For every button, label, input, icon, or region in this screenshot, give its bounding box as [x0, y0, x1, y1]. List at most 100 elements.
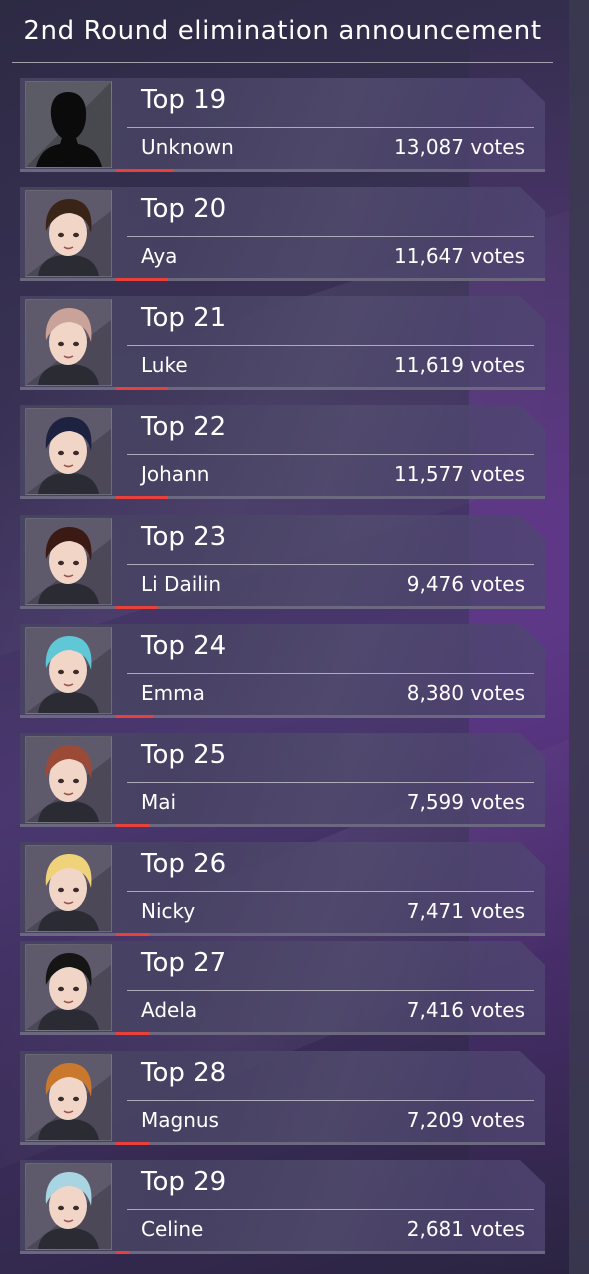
rank-label: Top 23 [141, 522, 227, 552]
divider [127, 1209, 534, 1210]
candidate-name: Nicky [141, 899, 196, 923]
avatar [25, 518, 112, 605]
vote-count: 7,209 votes [406, 1108, 525, 1132]
divider [127, 891, 534, 892]
vote-progress-bar [116, 1142, 149, 1145]
rank-label: Top 22 [141, 412, 227, 442]
card-bottom-line [20, 387, 545, 390]
candidate-card: Top 25 Mai 7,599 votes [20, 733, 545, 827]
adela-portrait [26, 945, 111, 1030]
vote-count: 11,619 votes [394, 353, 525, 377]
card-bottom-line [20, 1251, 545, 1254]
aya-portrait [26, 191, 111, 276]
candidate-card: Top 28 Magnus 7,209 votes [20, 1051, 545, 1145]
divider [127, 345, 534, 346]
vote-progress-bar [116, 1032, 150, 1035]
vote-count: 13,087 votes [394, 135, 525, 159]
vote-count: 7,599 votes [406, 790, 525, 814]
vote-progress-bar [116, 1251, 129, 1254]
celine-portrait [26, 1164, 111, 1249]
candidate-card: Top 24 Emma 8,380 votes [20, 624, 545, 718]
side-edge [569, 0, 589, 1274]
candidate-name: Adela [141, 998, 198, 1022]
divider [127, 454, 534, 455]
vote-progress-bar [116, 824, 150, 827]
avatar [25, 627, 112, 714]
divider [127, 127, 534, 128]
card-bottom-line [20, 1142, 545, 1145]
divider [127, 990, 534, 991]
card-bottom-line [20, 278, 545, 281]
card-bottom-line [20, 169, 545, 172]
vote-count: 8,380 votes [406, 681, 525, 705]
candidate-card: Top 19 Unknown 13,087 votes [20, 78, 545, 172]
johann-portrait [26, 409, 111, 494]
card-bottom-line [20, 715, 545, 718]
candidate-card: Top 26 Nicky 7,471 votes [20, 842, 545, 936]
candidate-name: Johann [141, 462, 210, 486]
card-bottom-line [20, 824, 545, 827]
vote-progress-bar [116, 387, 168, 390]
vote-progress-bar [116, 606, 158, 609]
candidate-card: Top 21 Luke 11,619 votes [20, 296, 545, 390]
vote-progress-bar [116, 496, 168, 499]
vote-progress-bar [116, 933, 150, 936]
rank-label: Top 20 [141, 194, 227, 224]
card-bottom-line [20, 1032, 545, 1035]
rank-label: Top 26 [141, 849, 227, 879]
emma-portrait [26, 628, 111, 713]
vote-count: 11,577 votes [394, 462, 525, 486]
candidate-name: Li Dailin [141, 572, 222, 596]
avatar [25, 299, 112, 386]
magnus-portrait [26, 1055, 111, 1140]
vote-count: 11,647 votes [394, 244, 525, 268]
candidate-name: Luke [141, 353, 188, 377]
mai-portrait [26, 737, 111, 822]
card-bottom-line [20, 606, 545, 609]
divider [127, 564, 534, 565]
luke-portrait [26, 300, 111, 385]
avatar [25, 190, 112, 277]
divider [127, 673, 534, 674]
vote-progress-bar [116, 169, 174, 172]
divider [127, 782, 534, 783]
rank-label: Top 29 [141, 1167, 227, 1197]
candidate-card: Top 20 Aya 11,647 votes [20, 187, 545, 281]
rank-label: Top 19 [141, 85, 227, 115]
vote-count: 2,681 votes [406, 1217, 525, 1241]
vote-progress-bar [116, 715, 153, 718]
avatar [25, 845, 112, 932]
rank-label: Top 21 [141, 303, 227, 333]
candidate-card: Top 23 Li Dailin 9,476 votes [20, 515, 545, 609]
rank-label: Top 25 [141, 740, 227, 770]
candidate-name: Celine [141, 1217, 204, 1241]
nicky-portrait [26, 846, 111, 931]
candidate-card: Top 27 Adela 7,416 votes [20, 941, 545, 1035]
candidate-card: Top 29 Celine 2,681 votes [20, 1160, 545, 1254]
avatar [25, 408, 112, 495]
announcement-header: 2nd Round elimination announcement [12, 0, 553, 63]
page-title: 2nd Round elimination announcement [23, 16, 542, 46]
avatar [25, 1163, 112, 1250]
silhouette-icon [26, 82, 111, 167]
avatar [25, 1054, 112, 1141]
li-dailin-portrait [26, 519, 111, 604]
rank-label: Top 24 [141, 631, 227, 661]
candidate-name: Aya [141, 244, 178, 268]
candidate-card: Top 22 Johann 11,577 votes [20, 405, 545, 499]
vote-progress-bar [116, 278, 168, 281]
candidate-name: Emma [141, 681, 205, 705]
avatar [25, 736, 112, 823]
candidate-name: Unknown [141, 135, 234, 159]
rank-label: Top 28 [141, 1058, 227, 1088]
vote-count: 9,476 votes [406, 572, 525, 596]
divider [127, 236, 534, 237]
vote-count: 7,416 votes [406, 998, 525, 1022]
candidate-name: Magnus [141, 1108, 219, 1132]
avatar [25, 944, 112, 1031]
rank-label: Top 27 [141, 948, 227, 978]
candidate-name: Mai [141, 790, 177, 814]
vote-count: 7,471 votes [406, 899, 525, 923]
avatar [25, 81, 112, 168]
divider [127, 1100, 534, 1101]
